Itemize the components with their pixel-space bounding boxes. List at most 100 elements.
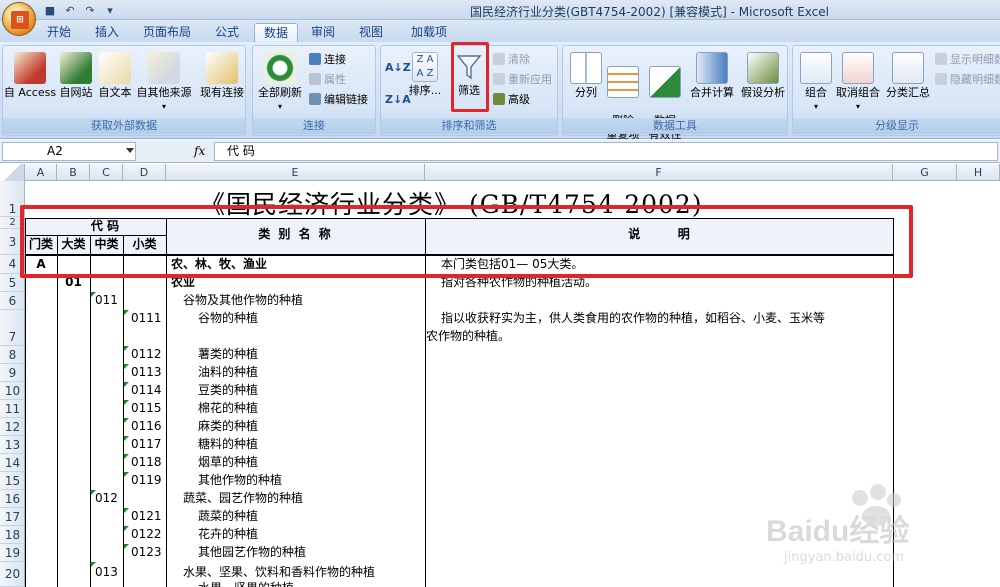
- cell-d8[interactable]: 0112: [131, 345, 162, 363]
- cell-c20[interactable]: 013: [95, 563, 118, 581]
- consolidate-button[interactable]: 合并计算: [687, 52, 737, 100]
- refresh-all-button[interactable]: 全部刷新 ▾: [255, 52, 305, 114]
- undo-icon[interactable]: ↶: [62, 3, 78, 18]
- redo-icon[interactable]: ↷: [82, 3, 98, 18]
- cell-e18[interactable]: 花卉的种植: [198, 525, 258, 543]
- hide-detail-button[interactable]: 隐藏明细数: [935, 72, 1000, 88]
- cell-d15[interactable]: 0119: [131, 471, 162, 489]
- group-connections: 全部刷新 ▾ 连接 属性 编辑链接 连接: [252, 45, 376, 136]
- office-button[interactable]: ⊞: [2, 2, 36, 36]
- column-header-b[interactable]: B: [57, 164, 90, 181]
- tab-formulas[interactable]: 公式: [206, 23, 248, 42]
- name-box-dropdown-icon[interactable]: [126, 148, 134, 153]
- cell-d10[interactable]: 0114: [131, 381, 162, 399]
- formula-input[interactable]: 代 码: [214, 142, 998, 161]
- advanced-filter-button[interactable]: 高级: [493, 92, 530, 108]
- cell-e14[interactable]: 烟草的种植: [198, 453, 258, 471]
- row-header[interactable]: 17: [0, 508, 25, 526]
- column-header-e[interactable]: E: [166, 164, 425, 181]
- cell-e10[interactable]: 豆类的种植: [198, 381, 258, 399]
- row-header[interactable]: 11: [0, 400, 25, 418]
- cell-d19[interactable]: 0123: [131, 543, 162, 561]
- cell-e13[interactable]: 糖料的种植: [198, 435, 258, 453]
- column-header-g[interactable]: G: [893, 164, 957, 181]
- existing-connections-button[interactable]: 现有连接: [197, 52, 247, 100]
- row-header[interactable]: 6: [0, 292, 25, 310]
- row-header[interactable]: 9: [0, 364, 25, 382]
- tab-addins[interactable]: 加载项: [402, 23, 456, 42]
- customize-qat-icon[interactable]: ▾: [102, 3, 118, 18]
- row-header[interactable]: 7: [0, 310, 25, 346]
- cell-d7[interactable]: 0111: [131, 309, 162, 327]
- tab-page-layout[interactable]: 页面布局: [136, 23, 198, 42]
- tab-review[interactable]: 审阅: [302, 23, 344, 42]
- ungroup-button[interactable]: 取消组合 ▾: [833, 52, 883, 114]
- select-all-corner[interactable]: [0, 164, 25, 181]
- properties-button[interactable]: 属性: [309, 72, 346, 88]
- column-header-h[interactable]: H: [957, 164, 1000, 181]
- from-text-button[interactable]: 自文本: [95, 52, 135, 100]
- column-header-f[interactable]: F: [425, 164, 893, 181]
- name-box[interactable]: A2: [2, 142, 136, 161]
- tab-home[interactable]: 开始: [38, 23, 80, 42]
- from-access-button[interactable]: 自 Access: [3, 52, 57, 100]
- cell-d14[interactable]: 0118: [131, 453, 162, 471]
- column-header-c[interactable]: C: [90, 164, 123, 181]
- edit-links-icon: [309, 93, 321, 105]
- cell-e16[interactable]: 蔬菜、园艺作物的种植: [183, 489, 303, 507]
- cell-e19[interactable]: 其他园艺作物的种植: [198, 543, 306, 561]
- cell-d13[interactable]: 0117: [131, 435, 162, 453]
- cell-e15[interactable]: 其他作物的种植: [198, 471, 282, 489]
- tab-view[interactable]: 视图: [350, 23, 392, 42]
- row-header[interactable]: 19: [0, 544, 25, 562]
- row-header[interactable]: 18: [0, 526, 25, 544]
- cell-f7[interactable]: 指以收获籽实为主，供人类食用的农作物的种植，如稻谷、小麦、玉米等: [441, 309, 825, 327]
- row-header[interactable]: 14: [0, 454, 25, 472]
- reapply-button[interactable]: 重新应用: [493, 72, 552, 88]
- cell-d11[interactable]: 0115: [131, 399, 162, 417]
- connections-button[interactable]: 连接: [309, 52, 346, 68]
- cell-e12[interactable]: 麻类的种植: [198, 417, 258, 435]
- cell-c16[interactable]: 012: [95, 489, 118, 507]
- show-detail-button[interactable]: 显示明细数: [935, 52, 1000, 68]
- tab-data[interactable]: 数据: [254, 23, 298, 42]
- group-data-tools: 分列 删除 重复项 数据 有效性 合并计算 假设分析 数据工具: [562, 45, 789, 141]
- cell-d12[interactable]: 0116: [131, 417, 162, 435]
- cell-e11[interactable]: 棉花的种植: [198, 399, 258, 417]
- text-to-columns-button[interactable]: 分列: [567, 52, 605, 100]
- group-button[interactable]: 组合 ▾: [797, 52, 835, 114]
- tab-insert[interactable]: 插入: [86, 23, 128, 42]
- cell-f7-line2: 农作物的种植。: [426, 329, 511, 343]
- save-icon[interactable]: ■: [42, 3, 58, 18]
- from-web-button[interactable]: 自网站: [55, 52, 97, 100]
- clear-filter-button[interactable]: 清除: [493, 52, 530, 68]
- from-other-sources-button[interactable]: 自其他来源 ▾: [133, 52, 195, 114]
- row-header[interactable]: 10: [0, 382, 25, 400]
- cell-d18[interactable]: 0122: [131, 525, 162, 543]
- cell-e7[interactable]: 谷物的种植: [198, 309, 258, 327]
- cell-c6[interactable]: 011: [95, 291, 118, 309]
- cell-d17[interactable]: 0121: [131, 507, 162, 525]
- column-headers: A B C D E F G H: [0, 164, 1000, 181]
- cell-e21[interactable]: 水果、坚果的种植: [198, 579, 294, 587]
- cell-e9[interactable]: 油料的种植: [198, 363, 258, 381]
- cell-e17[interactable]: 蔬菜的种植: [198, 507, 258, 525]
- watermark-url: jingyan.baidu.com: [784, 550, 904, 565]
- office-logo-icon: ⊞: [11, 11, 29, 29]
- cell-d9[interactable]: 0113: [131, 363, 162, 381]
- insert-function-button[interactable]: fx: [194, 144, 205, 158]
- sort-button[interactable]: Z AA Z 排序...: [407, 52, 443, 98]
- edit-links-button[interactable]: 编辑链接: [309, 92, 368, 108]
- row-header[interactable]: 16: [0, 490, 25, 508]
- row-header[interactable]: 8: [0, 346, 25, 364]
- column-header-a[interactable]: A: [25, 164, 57, 181]
- row-header[interactable]: 15: [0, 472, 25, 490]
- cell-e6[interactable]: 谷物及其他作物的种植: [183, 291, 303, 309]
- subtotal-button[interactable]: 分类汇总: [883, 52, 933, 100]
- what-if-analysis-button[interactable]: 假设分析: [737, 52, 789, 100]
- column-header-d[interactable]: D: [123, 164, 166, 181]
- cell-e8[interactable]: 薯类的种植: [198, 345, 258, 363]
- row-header[interactable]: 12: [0, 418, 25, 436]
- row-header[interactable]: 20: [0, 562, 25, 587]
- row-header[interactable]: 13: [0, 436, 25, 454]
